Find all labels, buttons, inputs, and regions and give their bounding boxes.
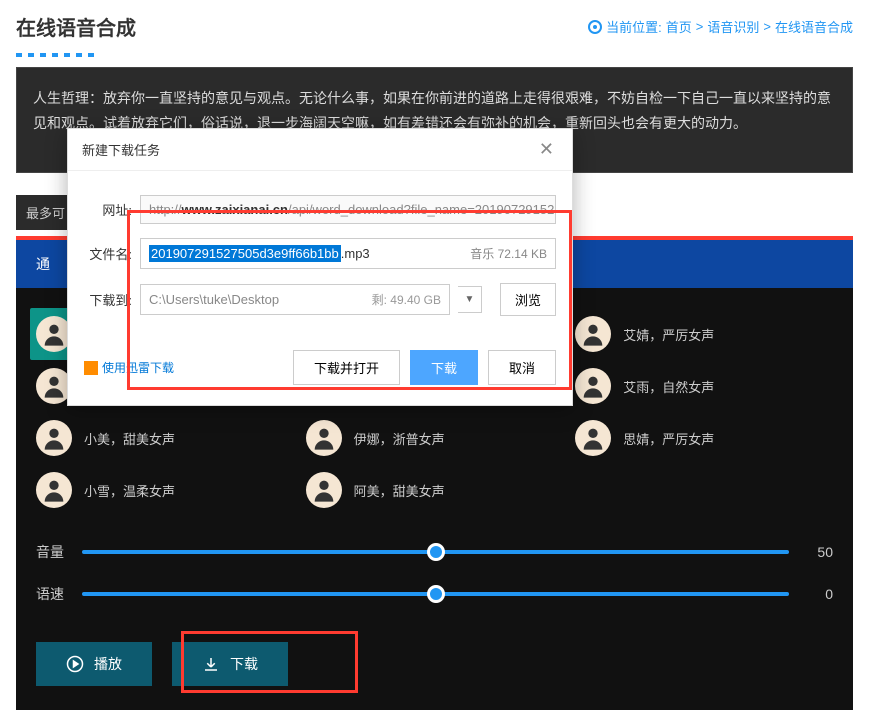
filename-label: 文件名: [84,244,132,263]
path-input[interactable]: C:\Users\tuke\Desktop 剩: 49.40 GB [140,284,450,315]
filename-ext: .mp3 [341,246,370,261]
voice-option[interactable]: 伊娜，浙普女声 [300,412,570,464]
crumb-sep: > [696,19,704,34]
thunder-link[interactable]: 使用迅雷下载 [84,359,174,376]
download-open-button[interactable]: 下载并打开 [293,350,400,385]
thunder-label: 使用迅雷下载 [102,359,174,376]
speed-value: 0 [803,586,833,602]
crumb-current: 在线语音合成 [775,17,853,36]
voice-label: 思婧，严厉女声 [623,429,714,448]
avatar [36,420,72,456]
cancel-button[interactable]: 取消 [488,350,556,385]
volume-slider[interactable] [82,550,789,554]
speed-label: 语速 [36,584,68,604]
close-icon[interactable]: ✕ [535,139,558,160]
download-label: 下载 [230,654,258,674]
speed-slider-row: 语速 0 [36,584,833,604]
speed-thumb[interactable] [427,585,445,603]
crumb-sep: > [763,19,771,34]
disk-remaining: 剩: 49.40 GB [372,291,441,308]
download-confirm-button[interactable]: 下载 [410,350,478,385]
voice-option[interactable]: 艾婧，严厉女声 [569,308,839,360]
url-input[interactable]: http://www.zaixianai.cn/api/word_downloa… [140,195,556,224]
path-dropdown[interactable]: ▼ [458,286,482,313]
path-label: 下载到: [84,290,132,309]
decorative-stripe [16,53,96,57]
voice-label: 艾婧，严厉女声 [623,325,714,344]
download-button[interactable]: 下载 [172,642,288,686]
filename-row: 文件名: 201907291527505d3e9ff66b1bb.mp3 音乐 … [84,238,556,269]
dialog-title: 新建下载任务 [82,140,160,159]
filename-input[interactable]: 201907291527505d3e9ff66b1bb.mp3 音乐 72.14… [140,238,556,269]
voice-label: 阿美，甜美女声 [354,481,445,500]
path-row: 下载到: C:\Users\tuke\Desktop 剩: 49.40 GB ▼… [84,283,556,316]
thunder-icon [84,361,98,375]
avatar [306,472,342,508]
download-dialog: 新建下载任务 ✕ 网址: http://www.zaixianai.cn/api… [67,128,573,406]
url-prefix: http:// [149,202,182,217]
page-header: 在线语音合成 当前位置: 首页 > 语音识别 > 在线语音合成 [0,0,869,53]
avatar [575,316,611,352]
volume-thumb[interactable] [427,543,445,561]
avatar [306,420,342,456]
play-button[interactable]: 播放 [36,642,152,686]
play-icon [66,655,84,673]
action-buttons: 播放 下载 [16,626,853,686]
url-domain: www.zaixianai.cn [182,202,288,217]
tab-general[interactable]: 通 [36,256,50,272]
breadcrumb: 当前位置: 首页 > 语音识别 > 在线语音合成 [588,17,853,36]
browse-button[interactable]: 浏览 [500,283,556,316]
voice-option[interactable]: 小美，甜美女声 [30,412,300,464]
download-icon [202,655,220,673]
volume-label: 音量 [36,542,68,562]
url-rest: /api/word_download?file_name=20190729152… [288,202,556,217]
crumb-home[interactable]: 首页 [666,17,692,36]
volume-slider-row: 音量 50 [36,542,833,562]
dialog-body: 网址: http://www.zaixianai.cn/api/word_dow… [68,171,572,340]
file-meta: 音乐 72.14 KB [470,245,547,262]
dialog-footer: 使用迅雷下载 下载并打开 下载 取消 [68,340,572,405]
voice-label: 艾雨，自然女声 [623,377,714,396]
volume-value: 50 [803,544,833,560]
voice-option[interactable]: 阿美，甜美女声 [300,464,570,516]
voice-option[interactable]: 小雪，温柔女声 [30,464,300,516]
location-icon [588,20,602,34]
avatar [575,420,611,456]
play-label: 播放 [94,654,122,674]
avatar [575,368,611,404]
page-title: 在线语音合成 [16,12,136,41]
voice-label: 小雪，温柔女声 [84,481,175,500]
speed-slider[interactable] [82,592,789,596]
path-value: C:\Users\tuke\Desktop [149,292,279,307]
url-row: 网址: http://www.zaixianai.cn/api/word_dow… [84,195,556,224]
voice-option[interactable]: 思婧，严厉女声 [569,412,839,464]
avatar [36,472,72,508]
voice-label: 伊娜，浙普女声 [354,429,445,448]
dialog-header: 新建下载任务 ✕ [68,129,572,171]
url-label: 网址: [84,200,132,219]
sliders: 音量 50 语速 0 [16,516,853,604]
voice-label: 小美，甜美女声 [84,429,175,448]
location-prefix: 当前位置: [606,17,662,36]
voice-option[interactable]: 艾雨，自然女声 [569,360,839,412]
crumb-voice[interactable]: 语音识别 [707,17,759,36]
dialog-buttons: 下载并打开 下载 取消 [293,350,556,385]
filename-selected: 201907291527505d3e9ff66b1bb [149,245,341,262]
